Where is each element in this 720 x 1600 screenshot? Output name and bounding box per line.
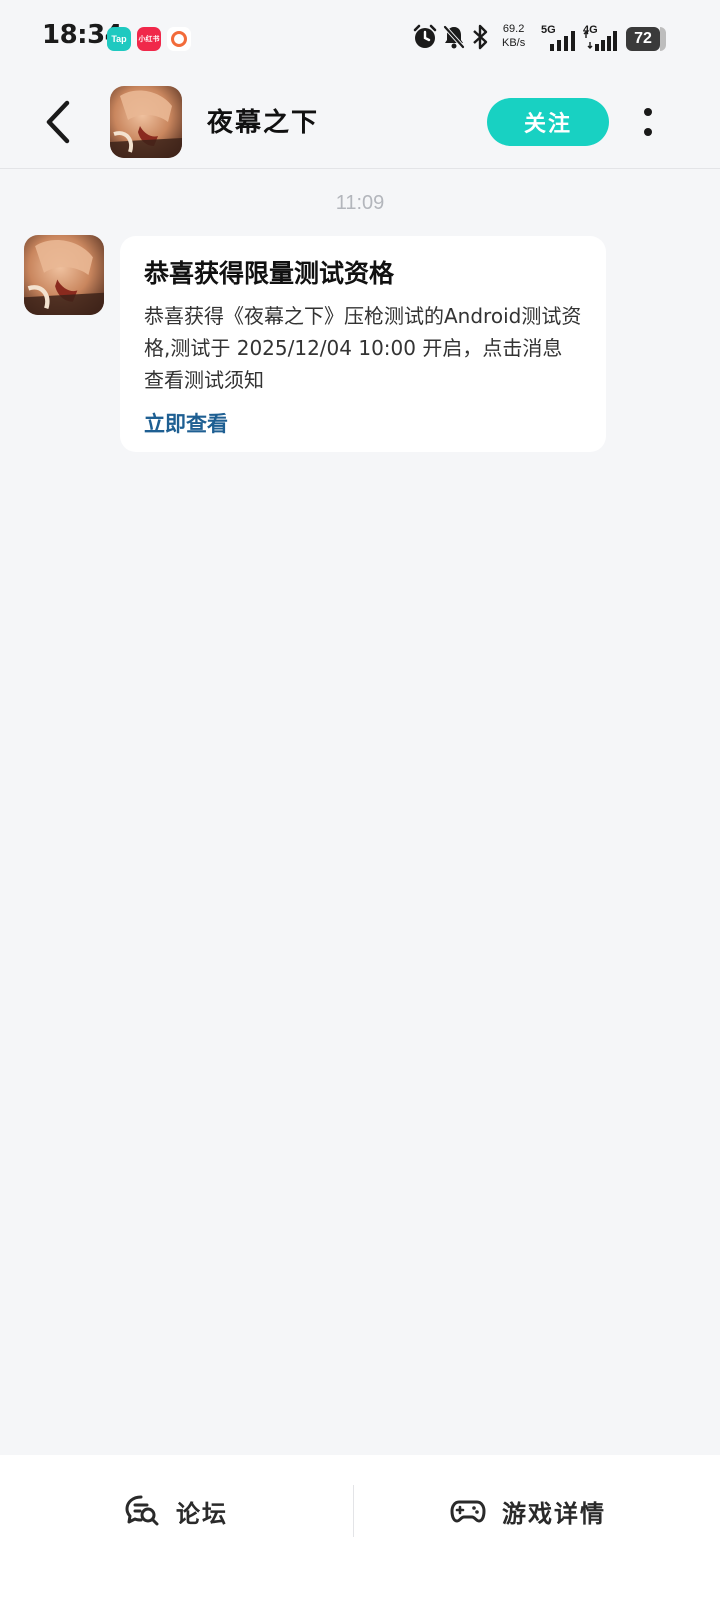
chat-header: 夜幕之下 关注: [0, 78, 720, 169]
bottom-bar: 论坛 游戏详情: [0, 1455, 720, 1600]
battery-icon: 72: [626, 27, 660, 51]
sender-avatar[interactable]: [24, 235, 104, 315]
taptap-notification-icon: Tap: [107, 27, 131, 51]
ring-app-notification-icon: [167, 27, 191, 51]
signal-5g-icon: [550, 31, 575, 51]
more-options-button[interactable]: [630, 98, 666, 146]
forum-tab[interactable]: 论坛: [124, 1483, 228, 1539]
battery-tip: [660, 27, 666, 51]
battery-level: 72: [634, 30, 652, 47]
game-artwork-image: [24, 235, 104, 315]
game-avatar[interactable]: [110, 86, 182, 158]
status-bar: 18:34 Tap 小红书 69.2 KB/s 5G 4G 72: [0, 0, 720, 78]
signal-4g-icon: [583, 31, 617, 51]
network-speed: 69.2 KB/s: [502, 22, 525, 50]
network-speed-value: 69.2: [502, 23, 525, 35]
game-artwork-image: [110, 86, 182, 158]
more-dot-icon: [644, 108, 652, 116]
message-title: 恭喜获得限量测试资格: [144, 259, 395, 288]
alarm-icon: [413, 24, 437, 48]
xiaohongshu-badge-label: 小红书: [138, 36, 160, 43]
view-now-link[interactable]: 立即查看: [144, 408, 582, 440]
forum-tab-label: 论坛: [176, 1499, 228, 1528]
message-timestamp: 11:09: [335, 192, 385, 214]
xiaohongshu-notification-icon: 小红书: [137, 27, 161, 51]
gamepad-icon: [450, 1500, 486, 1523]
follow-button[interactable]: 关注: [487, 98, 609, 146]
forum-chat-icon: [125, 1495, 159, 1526]
more-dot-icon: [644, 128, 652, 136]
chevron-left-icon: [46, 100, 70, 144]
game-details-tab[interactable]: 游戏详情: [450, 1483, 606, 1539]
taptap-badge-label: Tap: [111, 34, 127, 44]
bottom-divider: [353, 1485, 354, 1537]
back-button[interactable]: [30, 94, 86, 150]
game-details-tab-label: 游戏详情: [502, 1499, 606, 1528]
bluetooth-icon: [473, 24, 488, 50]
message-card[interactable]: 恭喜获得限量测试资格 恭喜获得《夜幕之下》压枪测试的Android测试资格,测试…: [120, 236, 606, 452]
message-body: 恭喜获得《夜幕之下》压枪测试的Android测试资格,测试于 2025/12/0…: [144, 304, 582, 392]
page-title: 夜幕之下: [207, 108, 320, 138]
mute-bell-icon: [443, 25, 465, 49]
network-speed-unit: KB/s: [502, 37, 526, 49]
